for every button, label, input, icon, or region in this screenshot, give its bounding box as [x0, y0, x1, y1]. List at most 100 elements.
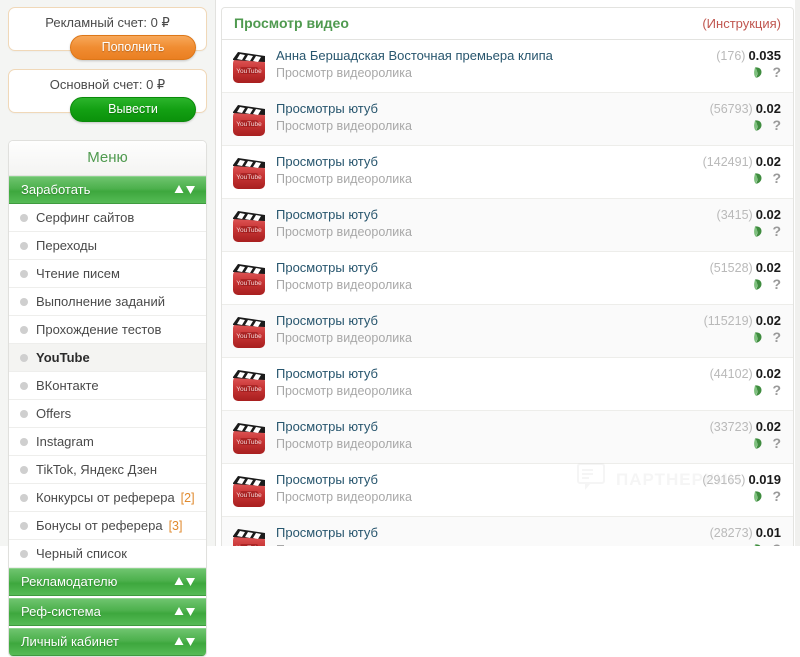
- ad-account-actions: Пополнить: [19, 35, 196, 60]
- sidebar-item-offers[interactable]: Offers: [9, 400, 206, 428]
- help-question-icon[interactable]: ?: [772, 489, 781, 503]
- sidebar-item-label: Прохождение тестов: [36, 322, 162, 337]
- sidebar-item-tests[interactable]: Прохождение тестов: [9, 316, 206, 344]
- sidebar-item-badge: [3]: [168, 518, 183, 533]
- video-panel: Просмотр видео (Инструкция) YouTube Анна …: [221, 7, 794, 546]
- money-icon[interactable]: [752, 437, 765, 450]
- task-title-link[interactable]: Просмотры ютуб: [276, 260, 700, 275]
- table-row[interactable]: YouTubeПросмотры ютубПросмотр видеоролик…: [222, 305, 793, 358]
- sidebar-item-label: TikTok, Яндекс Дзен: [36, 462, 158, 477]
- money-icon[interactable]: [752, 119, 765, 132]
- money-icon[interactable]: [752, 331, 765, 344]
- sidebar-item-transitions[interactable]: Переходы: [9, 232, 206, 260]
- table-row[interactable]: YouTubeПросмотры ютубПросмотр видеоролик…: [222, 517, 793, 546]
- task-count: (33723): [709, 420, 753, 434]
- video-clapper-icon: YouTube: [232, 103, 266, 137]
- sidebar-group-ref-system[interactable]: Реф-система: [9, 598, 206, 626]
- row-main: Анна Бершадская Восточная премьера клипа…: [276, 48, 706, 81]
- task-subtitle: Просмотр видеоролика: [276, 119, 412, 133]
- row-meta: (56793) 0.02?: [700, 101, 781, 132]
- task-title-link[interactable]: Анна Бершадская Восточная премьера клипа: [276, 48, 706, 63]
- table-row[interactable]: YouTubeПросмотры ютубПросмотр видеоролик…: [222, 411, 793, 464]
- money-icon[interactable]: [752, 490, 765, 503]
- table-row[interactable]: YouTubeПросмотры ютубПросмотр видеоролик…: [222, 146, 793, 199]
- table-row[interactable]: YouTube Просмотры ютуб Просмотр видеоролик…: [222, 358, 793, 411]
- sidebar-item-label: Черный список: [36, 546, 127, 561]
- sidebar-item-read-letters[interactable]: Чтение писем: [9, 260, 206, 288]
- task-title-link[interactable]: Просмотры ютуб: [276, 366, 700, 381]
- sidebar-item-youtube[interactable]: YouTube: [9, 344, 206, 372]
- money-icon[interactable]: [752, 172, 765, 185]
- row-main: Просмотры ютуб Просмотр видеоролика: [276, 101, 700, 134]
- task-title-link[interactable]: Просмотры ютуб: [276, 472, 692, 487]
- help-question-icon[interactable]: ?: [772, 330, 781, 344]
- task-price: 0.02: [755, 154, 781, 169]
- row-main: Просмотры ютуб Просмотр видеоролика: [276, 313, 694, 346]
- table-row[interactable]: YouTubeПросмотры ютубПросмотр видеоролик…: [222, 464, 793, 517]
- help-question-icon[interactable]: ?: [772, 224, 781, 238]
- money-icon[interactable]: [752, 225, 765, 238]
- task-price: 0.02: [755, 101, 781, 116]
- help-question-icon[interactable]: ?: [772, 277, 781, 291]
- row-meta: (115219) 0.02?: [694, 313, 781, 344]
- menu-title: Меню: [9, 141, 206, 176]
- sidebar-group-personal-cabinet[interactable]: Личный кабинет: [9, 628, 206, 656]
- task-reward-line: (3415) 0.02: [717, 207, 781, 222]
- task-title-link[interactable]: Просмотры ютуб: [276, 154, 693, 169]
- table-row[interactable]: YouTubeПросмотры ютубПросмотр видеоролик…: [222, 252, 793, 305]
- table-row[interactable]: YouTube Просмотры ютуб Просмотр видеоролик…: [222, 93, 793, 146]
- video-clapper-icon: YouTube: [232, 368, 266, 402]
- sidebar-item-instagram[interactable]: Instagram: [9, 428, 206, 456]
- money-icon[interactable]: [752, 384, 765, 397]
- money-icon[interactable]: [752, 278, 765, 291]
- task-reward-line: (115219) 0.02: [704, 313, 781, 328]
- video-clapper-icon: YouTube: [232, 262, 266, 296]
- money-icon[interactable]: [752, 66, 765, 79]
- topup-button[interactable]: Пополнить: [70, 35, 196, 60]
- task-title-link[interactable]: Просмотры ютуб: [276, 313, 694, 328]
- sidebar-item-label: Бонусы от реферера: [36, 518, 163, 533]
- task-subtitle: Просмотр видеоролика: [276, 225, 412, 239]
- svg-text:YouTube: YouTube: [236, 386, 262, 393]
- sidebar-item-tasks[interactable]: Выполнение заданий: [9, 288, 206, 316]
- task-subtitle: Просмотр видеоролика: [276, 384, 412, 398]
- sidebar-group-personal-cabinet-label: Личный кабинет: [21, 634, 119, 649]
- video-clapper-icon: YouTube: [232, 50, 266, 84]
- sidebar-item-label: Конкурсы от реферера: [36, 490, 175, 505]
- help-question-icon[interactable]: ?: [772, 171, 781, 185]
- table-row[interactable]: YouTubeПросмотры ютубПросмотр видеоролик…: [222, 199, 793, 252]
- row-action-icons: ?: [702, 489, 781, 503]
- table-row[interactable]: YouTube Анна Бершадская Восточная премьер…: [222, 40, 793, 93]
- instruction-link[interactable]: (Инструкция): [702, 16, 781, 31]
- sidebar-group-earn[interactable]: Заработать: [9, 176, 206, 204]
- help-question-icon[interactable]: ?: [772, 65, 781, 79]
- task-title-link[interactable]: Просмотры ютуб: [276, 525, 700, 540]
- task-price: 0.02: [755, 366, 781, 381]
- bullet-icon: [20, 549, 28, 558]
- sidebar-item-tiktok-dzen[interactable]: TikTok, Яндекс Дзен: [9, 456, 206, 484]
- scrollbar-track[interactable]: [795, 0, 800, 546]
- task-count: (28273): [709, 526, 753, 540]
- help-question-icon[interactable]: ?: [772, 383, 781, 397]
- help-question-icon[interactable]: ?: [772, 436, 781, 450]
- sidebar-item-surfing[interactable]: Серфинг сайтов: [9, 204, 206, 232]
- task-price: 0.035: [748, 48, 781, 63]
- help-question-icon[interactable]: ?: [772, 118, 781, 132]
- sidebar-group-advertiser[interactable]: Рекламодателю: [9, 568, 206, 596]
- row-action-icons: ?: [710, 118, 781, 132]
- row-meta: (3415) 0.02?: [707, 207, 781, 238]
- sidebar-item-label: YouTube: [36, 350, 90, 365]
- withdraw-button[interactable]: Вывести: [70, 97, 196, 122]
- sidebar-item-vkontakte[interactable]: ВКонтакте: [9, 372, 206, 400]
- sidebar-item-blacklist[interactable]: Черный список: [9, 540, 206, 568]
- bullet-icon: [20, 465, 28, 474]
- task-reward-line: (28273) 0.01: [710, 525, 781, 540]
- task-title-link[interactable]: Просмотры ютуб: [276, 207, 707, 222]
- task-price: 0.01: [755, 525, 781, 540]
- svg-text:YouTube: YouTube: [236, 121, 262, 128]
- task-title-link[interactable]: Просмотры ютуб: [276, 419, 700, 434]
- task-title-link[interactable]: Просмотры ютуб: [276, 101, 700, 116]
- sidebar-item-referrer-contests[interactable]: Конкурсы от реферера [2]: [9, 484, 206, 512]
- task-reward-line: (29165) 0.019: [702, 472, 781, 487]
- sidebar-item-referrer-bonuses[interactable]: Бонусы от реферера [3]: [9, 512, 206, 540]
